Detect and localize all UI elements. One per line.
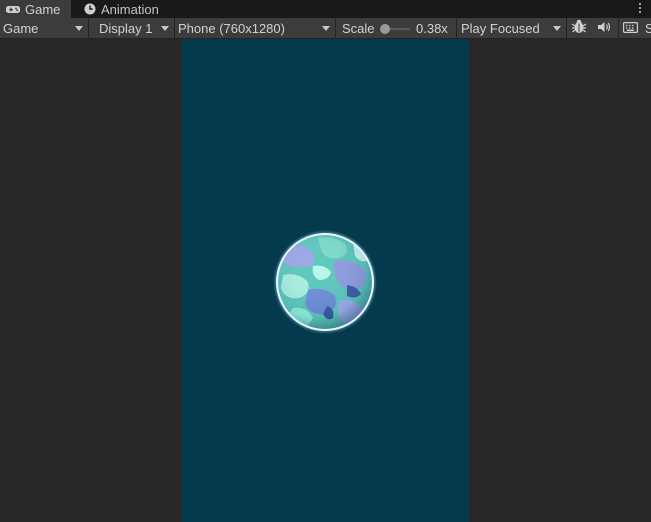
chevron-down-icon — [161, 26, 169, 31]
window-tab-bar: Game Animation — [0, 0, 651, 18]
keyboard-shortcuts-button[interactable] — [618, 18, 642, 38]
display-dropdown[interactable]: Display 1 — [89, 18, 175, 38]
play-mode-dropdown[interactable]: Play Focused — [457, 18, 567, 38]
resolution-value: Phone (760x1280) — [178, 20, 285, 36]
tab-animation-label: Animation — [101, 1, 159, 17]
chevron-down-icon — [75, 26, 83, 31]
scale-value: 0.38x — [416, 20, 448, 36]
play-mode-value: Play Focused — [461, 20, 540, 36]
truncated-toolbar-item[interactable]: S — [645, 21, 651, 36]
display-value: Display 1 — [99, 20, 153, 36]
scale-label: Scale — [342, 20, 375, 36]
planet-sprite — [273, 230, 377, 334]
tab-animation[interactable]: Animation — [78, 0, 168, 18]
view-mode-dropdown[interactable]: Game — [0, 18, 89, 38]
bug-icon — [571, 19, 587, 37]
clock-icon — [84, 3, 96, 15]
gizmos-bug-button[interactable] — [567, 18, 591, 38]
game-view-toolbar: Game Display 1 Phone (760x1280) Scale 0.… — [0, 18, 651, 39]
view-mode-value: Game — [3, 20, 39, 36]
keyboard-icon — [623, 21, 639, 36]
resolution-dropdown[interactable]: Phone (760x1280) — [175, 18, 336, 38]
chevron-down-icon — [322, 26, 330, 31]
speaker-icon — [597, 21, 611, 36]
tab-game[interactable]: Game — [0, 0, 71, 18]
chevron-down-icon — [553, 26, 561, 31]
scale-slider-handle[interactable] — [380, 24, 390, 34]
mute-audio-button[interactable] — [592, 18, 616, 38]
tab-game-label: Game — [25, 1, 61, 17]
gamepad-icon — [6, 5, 20, 14]
more-options-icon[interactable] — [639, 3, 642, 15]
